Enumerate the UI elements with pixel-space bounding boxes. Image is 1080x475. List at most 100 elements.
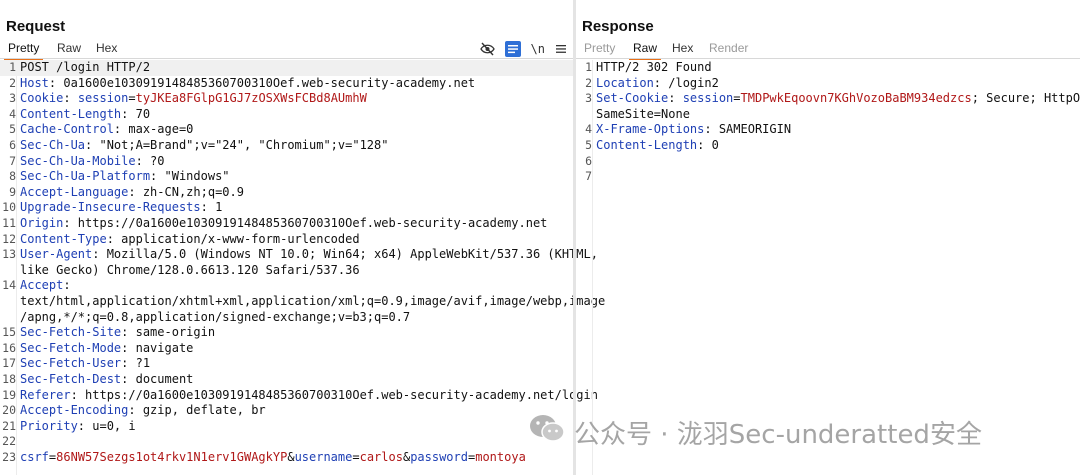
line-number: 22: [2, 434, 16, 449]
code-line: 6 Sec-Ch-Ua: "Not;A=Brand";v="24", "Chrom…: [0, 138, 573, 154]
line-content: Origin: https://0a1600e10309191484853607…: [20, 216, 571, 232]
text-segment: : /login2: [653, 75, 719, 90]
line-number: 14: [2, 278, 16, 293]
request-title: Request: [6, 18, 66, 35]
header-name: Cookie: [20, 91, 64, 106]
line-content: Accept-Language: zh-CN,zh;q=0.9: [20, 185, 571, 201]
code-line: 16 Sec-Fetch-Mode: navigate: [0, 341, 573, 357]
line-content: Sec-Fetch-Mode: navigate: [20, 341, 571, 357]
code-line: text/html,application/xhtml+xml,applicat…: [0, 294, 605, 310]
code-line: 9 Accept-Language: zh-CN,zh;q=0.9: [0, 185, 573, 201]
param-value: tyJKEa8FGlpG1GJ7zOSXWsFCBd8AUmhW: [135, 91, 367, 106]
text-segment: : SAMEORIGIN: [704, 122, 792, 137]
text-segment: : document: [121, 372, 194, 386]
line-content: Priority: u=0, i: [20, 419, 571, 435]
line-number: 6: [9, 138, 16, 152]
tab-request-raw[interactable]: Raw: [53, 41, 85, 58]
text-segment: : 70: [121, 106, 151, 121]
line-content: text/html,application/xhtml+xml,applicat…: [20, 294, 605, 310]
line-content: Cookie: session=tyJKEa8FGlpG1GJ7zOSXWsFC…: [20, 91, 571, 107]
menu-icon[interactable]: [555, 41, 567, 57]
line-number: 1: [585, 60, 592, 74]
code-line: 3 Cookie: session=tyJKEa8FGlpG1GJ7zOSXWsF…: [0, 91, 573, 107]
line-content: Location: /login2: [596, 76, 1078, 92]
header-name: session: [682, 91, 734, 106]
line-number: 11: [2, 216, 16, 230]
param-value: TMDPwkEqoovn7KGhVozoBaBM934edzcs: [740, 91, 972, 106]
request-toolbar: \n: [479, 40, 567, 58]
param-value: 86NW57Sezgs1ot4rkv1N1erv1GWAgkYP: [56, 450, 288, 464]
watermark-text: 公众号 · 泷羽Sec-underatted安全: [574, 419, 982, 450]
tab-response-pretty[interactable]: Pretty: [580, 41, 619, 58]
line-number: 20: [2, 403, 16, 418]
header-name: Accept-Language: [20, 184, 129, 199]
line-content: SameSite=None: [596, 107, 1078, 123]
text-segment: : zh-CN,zh;q=0.9: [128, 184, 244, 199]
header-name: Sec-Fetch-User: [20, 356, 122, 371]
header-name: Origin: [20, 216, 64, 230]
text-segment: SameSite=None: [596, 106, 690, 121]
code-line: like Gecko) Chrome/128.0.6613.120 Safari…: [0, 263, 573, 279]
text-segment: : Mozilla/5.0 (Windows NT 10.0; Win64; x…: [92, 247, 598, 262]
code-line: 10 Upgrade-Insecure-Requests: 1: [0, 200, 573, 216]
code-line: SameSite=None: [576, 107, 1080, 123]
line-number: 10: [2, 200, 16, 215]
code-line: 18 Sec-Fetch-Dest: document: [0, 372, 573, 388]
header-name: Upgrade-Insecure-Requests: [20, 200, 201, 215]
text-segment: :: [63, 278, 71, 293]
code-line: 17 Sec-Fetch-User: ?1: [0, 356, 573, 372]
text-segment: : u=0, i: [77, 418, 136, 433]
text-segment: =: [352, 450, 360, 464]
line-number: 7: [9, 153, 16, 168]
header-name: Referer: [20, 387, 71, 402]
text-segment: like Gecko) Chrome/128.0.6613.120 Safari…: [20, 262, 360, 277]
line-content: Host: 0a1600e1030919148485360700310Oef.w…: [20, 76, 571, 92]
tab-request-hex[interactable]: Hex: [92, 41, 121, 58]
header-name: Content-Length: [596, 138, 698, 152]
param-value: carlos: [359, 450, 403, 464]
line-content: Sec-Ch-Ua-Platform: "Windows": [20, 169, 571, 185]
tab-response-hex[interactable]: Hex: [668, 41, 697, 58]
text-segment: : same-origin: [121, 325, 216, 340]
line-number: 16: [2, 340, 16, 355]
code-line: 2 Host: 0a1600e1030919148485360700310Oef.…: [0, 76, 573, 92]
code-line: 13 User-Agent: Mozilla/5.0 (Windows NT 10…: [0, 247, 598, 263]
text-segment: : navigate: [121, 340, 194, 355]
response-title: Response: [582, 18, 654, 35]
text-segment: :: [668, 91, 683, 106]
line-number: 2: [9, 75, 16, 90]
code-line: 22: [0, 434, 573, 450]
line-number: 17: [2, 356, 16, 371]
line-content: POST /login HTTP/2: [20, 60, 571, 76]
text-segment: : "Windows": [150, 169, 230, 184]
line-content: Upgrade-Insecure-Requests: 1: [20, 200, 571, 216]
header-name: password: [410, 450, 468, 464]
header-name: Set-Cookie: [596, 91, 669, 106]
line-number: 19: [2, 387, 16, 402]
newline-toggle[interactable]: \n: [531, 41, 545, 57]
text-segment: text/html,application/xhtml+xml,applicat…: [20, 294, 606, 308]
code-line: 12 Content-Type: application/x-www-form-u…: [0, 232, 573, 248]
tab-response-render[interactable]: Render: [705, 41, 752, 58]
line-number: 5: [9, 122, 16, 137]
line-content: Content-Type: application/x-www-form-url…: [20, 232, 571, 248]
code-line: 8 Sec-Ch-Ua-Platform: "Windows": [0, 169, 573, 185]
code-line: 2 Location: /login2: [576, 76, 1080, 92]
eye-slash-icon[interactable]: [479, 41, 495, 57]
header-name: User-Agent: [20, 247, 93, 262]
param-value: montoya: [475, 450, 526, 464]
line-content: Sec-Ch-Ua: "Not;A=Brand";v="24", "Chromi…: [20, 138, 571, 154]
code-line: 23 csrf = 86NW57Sezgs1ot4rkv1N1erv1GWAgkYP&…: [0, 450, 573, 466]
text-segment: ; Secure; HttpOnly;: [971, 91, 1080, 106]
code-line: 4 X-Frame-Options: SAMEORIGIN: [576, 122, 1080, 138]
list-wrap-icon[interactable]: [504, 41, 521, 57]
code-line: 7: [576, 169, 1080, 185]
request-editor[interactable]: 1 POST /login HTTP/2 2 Host: 0a1600e1030919…: [0, 60, 605, 475]
line-content: HTTP/2 302 Found: [596, 60, 1078, 76]
code-line: 3 Set-Cookie: session=TMDPwkEqoovn7KGhVoz…: [576, 91, 1080, 107]
code-line: 6: [576, 154, 1080, 170]
text-segment: : 1: [200, 200, 223, 215]
text-segment: : ?0: [135, 153, 165, 168]
text-segment: : ?1: [121, 356, 151, 371]
header-name: Host: [20, 75, 49, 90]
